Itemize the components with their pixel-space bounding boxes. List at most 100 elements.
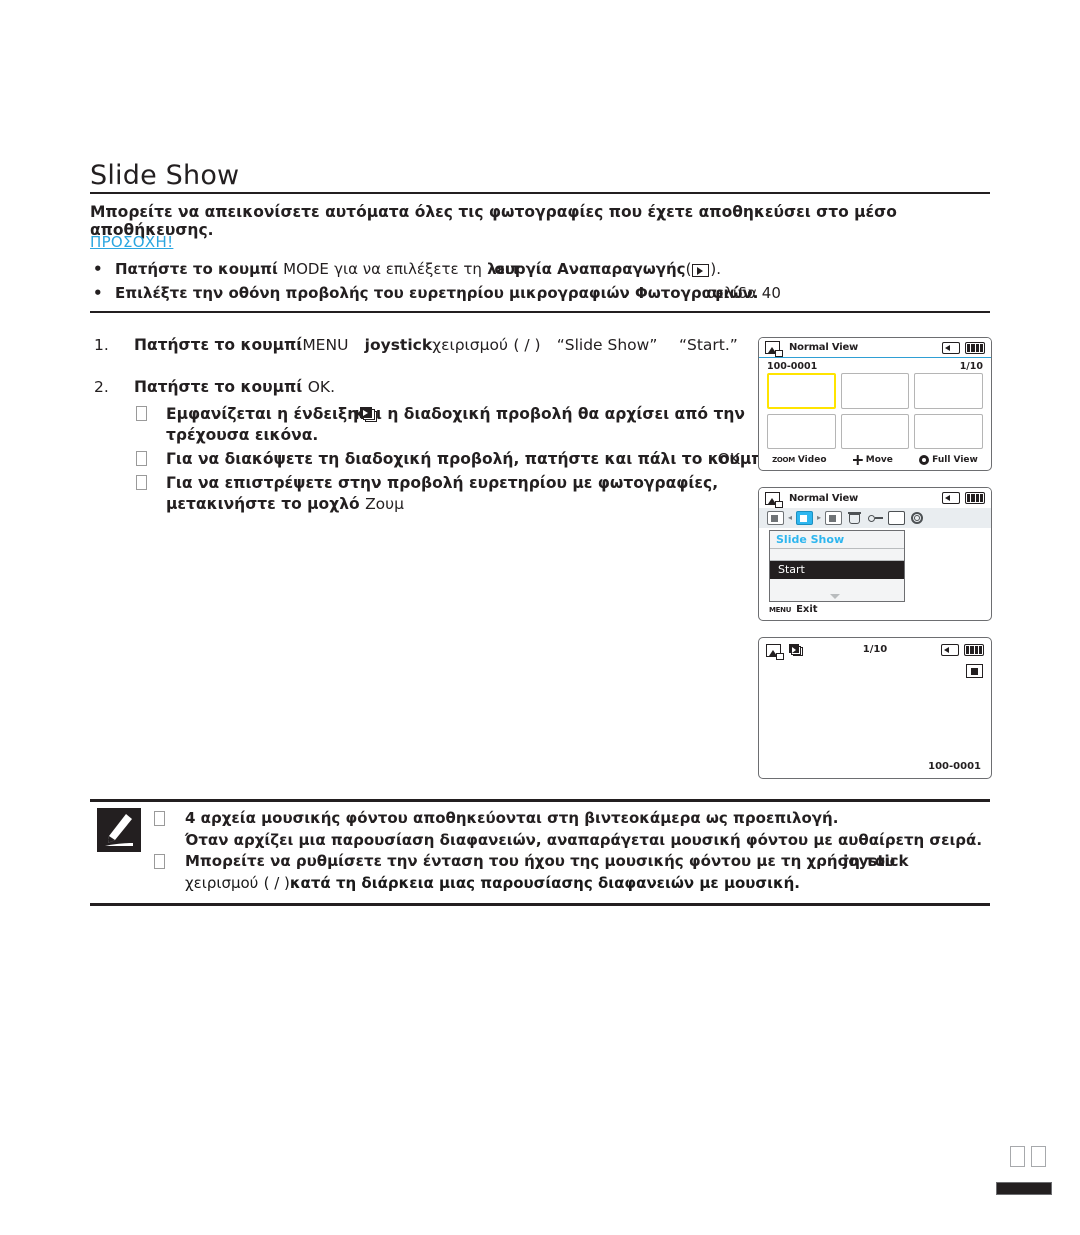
step-1-menu-key: MENU xyxy=(302,336,349,354)
footer-glyph-box xyxy=(1010,1146,1025,1167)
checkbox-glyph-icon xyxy=(154,811,165,826)
lcd3-file-number: 100-0001 xyxy=(928,761,981,772)
caution-label: ΠΡΟΣΟΧΗ! xyxy=(90,233,174,251)
step-1-slideshow-quote: “Slide Show” xyxy=(556,336,658,354)
zoom-tag-label: ZOOM xyxy=(772,456,795,464)
protect-key-tab-icon[interactable] xyxy=(867,511,884,525)
note-divider-bottom xyxy=(90,903,990,906)
substep-3-zoom-lever: Ζουμ xyxy=(365,495,404,513)
film-mode-icon xyxy=(966,664,983,678)
checkbox-glyph-icon xyxy=(136,406,147,421)
thumbnail-cell[interactable] xyxy=(840,413,910,449)
substep-2-text-a: Για να διακόψετε τη διαδοχική προβολή, π… xyxy=(166,450,770,468)
menu-tag-label: MENU xyxy=(769,605,792,614)
title-divider xyxy=(90,192,990,194)
caution-bullet-1-text-b: για να επιλέξετε τη xyxy=(334,260,482,278)
step-1-start-quote: “Start.” xyxy=(678,336,738,354)
lcd-screen-slideshow-menu: Normal View ◂ ▸ Slide Show Start MENU Ex… xyxy=(758,487,992,621)
thumbnail-cell[interactable] xyxy=(914,413,983,449)
chevron-down-icon xyxy=(830,594,840,599)
lcd2-right-icons xyxy=(942,492,985,504)
file-info-tab-icon[interactable] xyxy=(888,511,906,525)
step-1-direction: ( / ) xyxy=(513,336,541,354)
memory-card-icon xyxy=(942,492,960,504)
substep-1: Εμφανίζεται η ένδειξη και η διαδοχική προ… xyxy=(134,404,780,446)
note-item-2: Μπορείτε να ρυθμίσετε την ένταση του ήχο… xyxy=(152,851,997,872)
note-item-1: 4 αρχεία μουσικής φόντου αποθηκεύονται σ… xyxy=(152,808,997,829)
playback-mode-icon xyxy=(692,264,710,277)
substep-3-text-b: μετακινήστε το μοχλό xyxy=(166,495,360,513)
note-item-2-text-a: Μπορείτε να ρυθμίσετε την ένταση του ήχο… xyxy=(185,852,896,870)
lcd1-file-number: 100-0001 xyxy=(767,361,818,372)
bullet-dot-icon: • xyxy=(93,260,103,278)
note-item-2-joystick: joystick xyxy=(843,852,909,870)
lcd2-menu-title: Slide Show xyxy=(770,531,904,549)
checkbox-glyph-icon xyxy=(154,854,165,869)
step-1-number: 1. xyxy=(94,336,109,354)
settings-gear-tab-icon[interactable] xyxy=(909,511,926,525)
step-1-text-a: Πατήστε το κουμπί xyxy=(134,336,303,354)
thumbnail-cell[interactable] xyxy=(914,373,983,409)
lcd-screen-thumbnail-index: Normal View 100-0001 1/10 ZOOM Video Mov… xyxy=(758,337,992,471)
thumbnail-cell-selected[interactable] xyxy=(767,373,836,409)
step-2-text: Πατήστε το κουμπί xyxy=(134,378,303,396)
thumbnail-cell[interactable] xyxy=(767,413,836,449)
substep-3-text-a: Για να επιστρέψετε στην προβολή ευρετηρί… xyxy=(166,474,719,492)
lcd2-menu-row-empty xyxy=(770,549,904,561)
memory-card-icon xyxy=(942,341,960,354)
photo-playback-mode-icon xyxy=(765,341,783,357)
trash-tab-icon[interactable] xyxy=(846,511,863,525)
lcd2-menu-tab-bar: ◂ ▸ xyxy=(759,508,991,528)
lcd1-thumbnail-grid xyxy=(759,373,991,449)
note-item-1-line2: Όταν αρχίζει μια παρουσίαση διαφανειών, … xyxy=(185,831,983,849)
zoom-video-hint: ZOOM Video xyxy=(772,455,826,465)
caution-bullet-1-paren-open: ( xyxy=(685,260,692,278)
note-item-2-text-b: χειρισμού xyxy=(185,874,259,892)
chevron-right-icon: ▸ xyxy=(817,513,822,522)
caution-bullet-list: • Πατήστε το κουμπί MODE για να επιλέξετ… xyxy=(90,257,995,305)
lcd2-status-bar: Normal View xyxy=(759,488,991,508)
substeps-list: Εμφανίζεται η ένδειξη και η διαδοχική προ… xyxy=(90,404,780,515)
section-divider xyxy=(90,311,990,313)
footer-glyph-box xyxy=(1031,1146,1046,1167)
substep-1-text-b: και η διαδοχική προβολή θα αρχίσει από τ… xyxy=(354,405,745,423)
lcd2-mode-label: Normal View xyxy=(789,492,859,504)
battery-icon xyxy=(965,341,985,354)
full-view-label: Full View xyxy=(932,455,978,465)
substep-3-line2: μετακινήστε το μοχλό Ζουμ xyxy=(166,494,780,515)
note-body: 4 αρχεία μουσικής φόντου αποθηκεύονται σ… xyxy=(152,808,997,894)
lcd-screen-slideshow-playing: 1/10 100-0001 xyxy=(758,637,992,779)
lcd3-counter: 1/10 xyxy=(862,644,888,655)
slideshow-tab-icon[interactable] xyxy=(796,511,814,525)
lcd2-exit-hint: MENU Exit xyxy=(769,604,818,615)
caution-bullet-2-pageref: σελίδα 40 xyxy=(706,284,781,302)
photo-playback-mode-icon xyxy=(765,491,783,508)
exit-label: Exit xyxy=(796,604,818,615)
page-title: Slide Show xyxy=(90,160,240,191)
caution-bullet-2: • Επιλέξτε την οθόνη προβολής του ευρετη… xyxy=(90,281,995,305)
lcd1-footer-hints: ZOOM Video Move Full View xyxy=(759,449,991,465)
lcd1-counter: 1/10 xyxy=(959,361,983,372)
footer-page-number-glyphs xyxy=(1010,1146,1046,1167)
lcd1-grid-header: 100-0001 1/10 xyxy=(759,358,991,373)
footer-bar xyxy=(996,1182,1052,1195)
step-1: 1. Πατήστε το κουμπίMENU joystickχειρισμ… xyxy=(90,336,780,354)
play-photo-tab-icon[interactable] xyxy=(767,511,784,525)
substep-2: Για να διακόψετε τη διαδοχική προβολή, π… xyxy=(134,449,780,470)
lcd1-mode-label: Normal View xyxy=(789,342,859,353)
battery-icon xyxy=(965,492,985,504)
slideshow-indicator-icon xyxy=(360,407,378,422)
caution-bullet-1-text-d: ουργία Αναπαραγωγής xyxy=(494,260,686,278)
substep-1-text-c: τρέχουσα εικόνα. xyxy=(166,426,319,444)
caution-bullet-2-text: Επιλέξτε την οθόνη προβολής του ευρετηρί… xyxy=(115,284,759,302)
step-1-text-b: χειρισμού xyxy=(432,336,508,354)
step-1-joystick: joystick xyxy=(364,336,433,354)
note-pencil-icon xyxy=(97,808,141,852)
lcd1-right-icons xyxy=(942,341,985,354)
play-video-tab-icon[interactable] xyxy=(825,511,843,525)
lcd2-menu-item-start[interactable]: Start xyxy=(770,561,904,579)
caution-bullet-1-text-a: Πατήστε το κουμπί xyxy=(115,260,278,278)
dpad-icon xyxy=(852,455,863,465)
intro-paragraph: Μπορείτε να απεικονίσετε αυτόματα όλες τ… xyxy=(90,203,897,239)
thumbnail-cell[interactable] xyxy=(840,373,910,409)
